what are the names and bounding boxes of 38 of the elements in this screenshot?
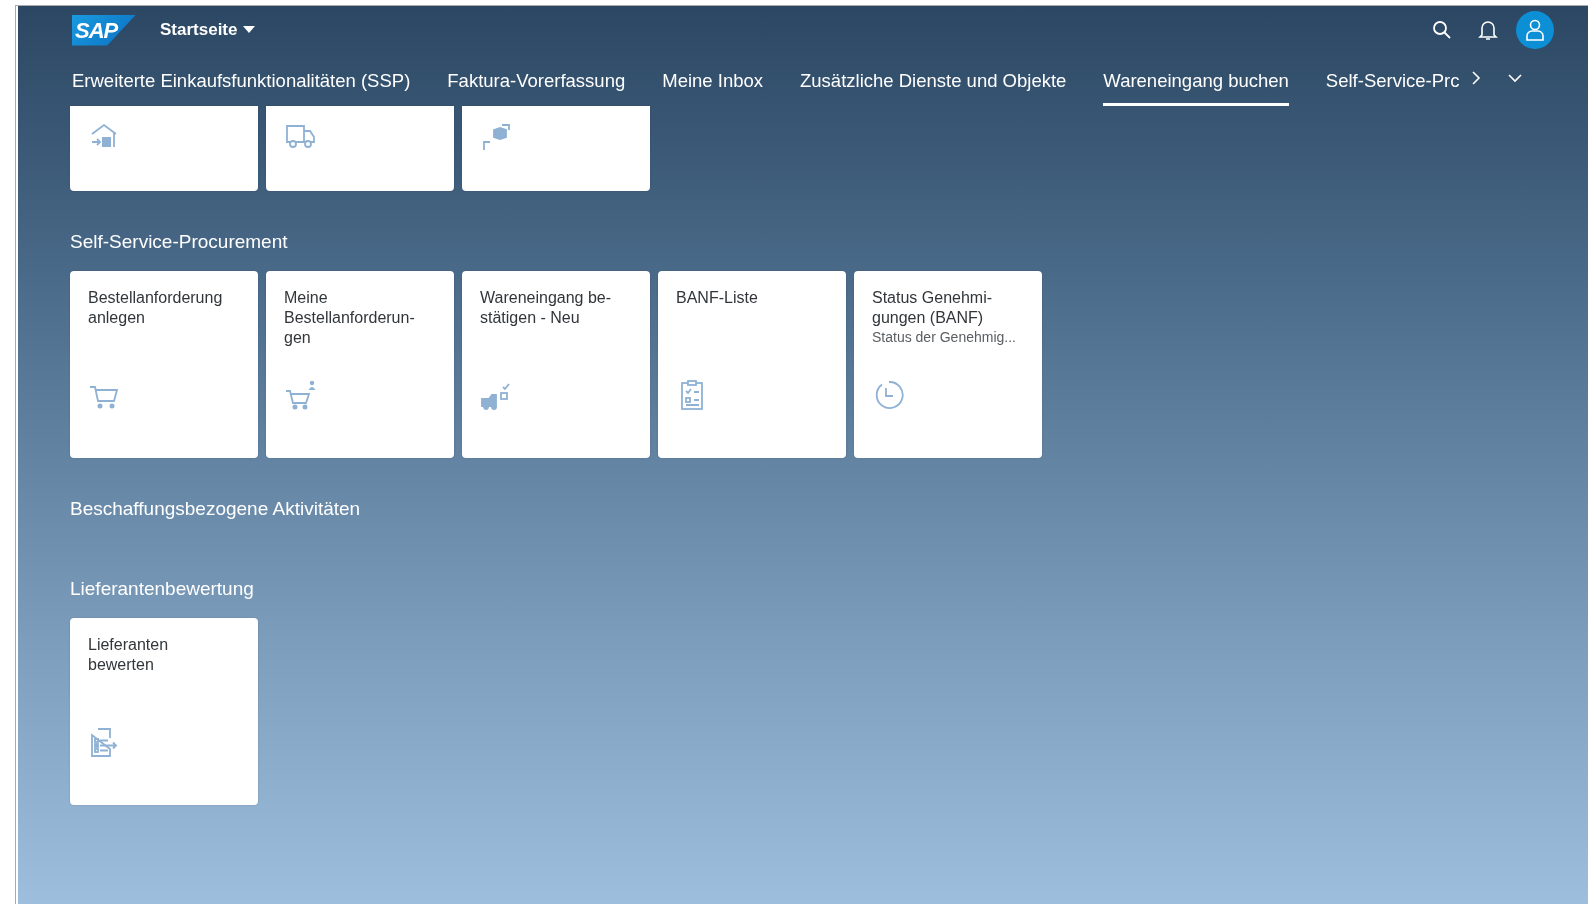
- app-tile[interactable]: Wareneingang be- stätigen - Neu: [462, 271, 650, 458]
- group-tab[interactable]: Faktura-Vorerfassung: [447, 54, 626, 106]
- group-title: Lieferantenbewertung: [70, 577, 255, 601]
- app-tile[interactable]: [462, 106, 650, 191]
- search-icon: [1432, 20, 1452, 40]
- app-tile[interactable]: BANF-Liste: [658, 271, 846, 458]
- tile-title: Meine Bestellanforderun- gen: [284, 288, 416, 348]
- app-tile[interactable]: Lieferanten bewerten: [70, 618, 258, 805]
- search-button[interactable]: [1432, 20, 1452, 40]
- app-tile[interactable]: [70, 106, 258, 191]
- cart-person-icon: [284, 379, 316, 411]
- group-title: Beschaffungsbezogene Aktivitäten: [70, 497, 362, 521]
- group-title: Self-Service-Procurement: [70, 230, 289, 254]
- group-tab[interactable]: Erweiterte Einkaufsfunktionalitäten (SSP): [72, 54, 411, 106]
- document-list-arrow-icon: [88, 726, 120, 758]
- sap-logo[interactable]: SAP: [72, 14, 136, 46]
- tile-title: Lieferanten bewerten: [88, 635, 170, 675]
- chevron-right-icon: [1471, 70, 1482, 86]
- app-tile[interactable]: [266, 106, 454, 191]
- user-avatar-button[interactable]: [1516, 11, 1554, 49]
- tile-title: Wareneingang be- stätigen - Neu: [480, 288, 613, 328]
- tile-title: Bestellanforderung anlegen: [88, 288, 224, 328]
- tile-title: Status Genehmi- gungen (BANF): [872, 288, 994, 328]
- notification-bell-button[interactable]: [1478, 19, 1498, 41]
- tile-subtitle: Status der Genehmig...: [872, 329, 1017, 345]
- app-tile[interactable]: Meine Bestellanforderun- gen: [266, 271, 454, 458]
- app-tile[interactable]: Bestellanforderung anlegen: [70, 271, 258, 458]
- group-tab[interactable]: Meine Inbox: [662, 54, 763, 106]
- caret-icon: [243, 26, 256, 34]
- person-icon: [1526, 19, 1544, 41]
- bell-icon: [1478, 19, 1498, 41]
- home-menu-button[interactable]: Startseite: [160, 20, 256, 40]
- group-tab[interactable]: Zusätzliche Dienste und Objekte: [800, 54, 1067, 106]
- app-tile[interactable]: Status Genehmi- gungen (BANF) Status der Genehmig...: [854, 271, 1042, 458]
- chevron-down-icon: [1507, 73, 1524, 83]
- group-tab[interactable]: Wareneingang buchen: [1103, 54, 1289, 106]
- group-tab[interactable]: Self-Service-Prc: [1325, 54, 1460, 106]
- tile-title: BANF-Liste: [676, 288, 759, 308]
